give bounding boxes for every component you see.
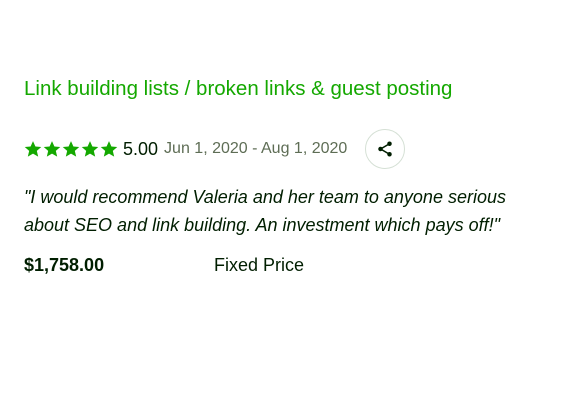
contract-dates: Jun 1, 2020 - Aug 1, 2020 [164, 140, 348, 157]
star-icon [62, 140, 80, 158]
work-history-item: Link building lists / broken links & gue… [24, 72, 564, 276]
star-icon [43, 140, 61, 158]
share-icon [376, 140, 394, 158]
rating-score: 5.00 [123, 138, 159, 159]
star-icon [100, 140, 118, 158]
share-button[interactable] [365, 129, 406, 169]
review-text: "I would recommend Valeria and her team … [24, 187, 506, 235]
star-icon [81, 140, 99, 158]
star-rating [24, 140, 118, 158]
contract-type: Fixed Price [214, 255, 305, 275]
star-icon [24, 140, 42, 158]
contract-meta: $1,758.00 Fixed Price [24, 255, 564, 276]
rating-row: 5.00 Jun 1, 2020 - Aug 1, 2020 [24, 127, 564, 171]
job-title-link[interactable]: Link building lists / broken links & gue… [24, 72, 564, 106]
contract-amount: $1,758.00 [24, 255, 105, 275]
